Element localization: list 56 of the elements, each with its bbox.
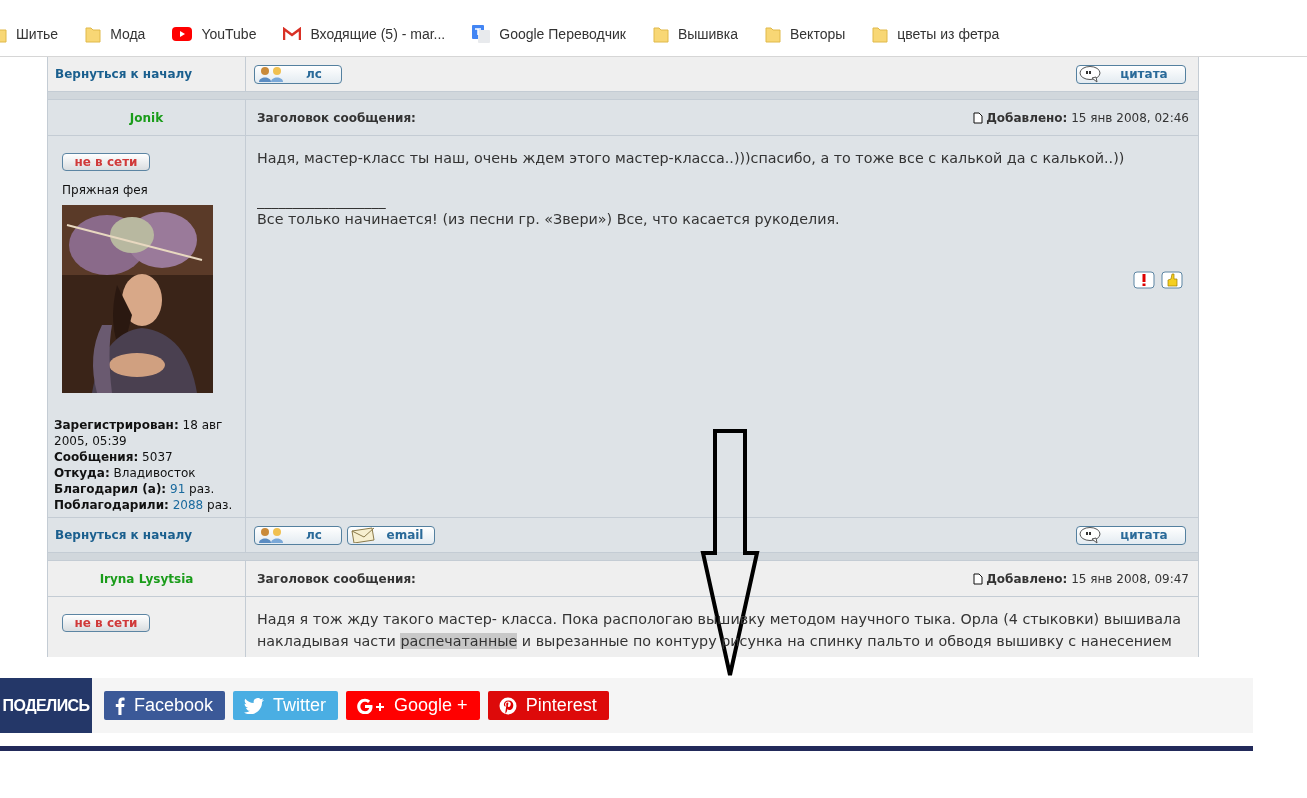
bookmark-link[interactable]: YouTube (201, 25, 257, 42)
message-button[interactable]: лс (254, 525, 342, 545)
bookmark-link[interactable]: Шитье (16, 25, 59, 42)
profile-line: Откуда: Владивосток (54, 465, 197, 481)
profile-line: Поблагодарили: 2088 раз. (54, 497, 234, 513)
pin-logo-icon (498, 696, 517, 715)
document-icon (973, 111, 984, 124)
bookmark-link[interactable]: Вышивка (677, 25, 738, 42)
author-name[interactable]: Iryna Lysytsia (48, 571, 245, 586)
message-text: Все только начинается! (из песни гр. «Звери») Все, что касается рукоделия. (257, 210, 841, 228)
speech-bubble-icon (1079, 526, 1103, 544)
post-date: Добавлено: 15 янв 2008, 09:47 (986, 571, 1189, 586)
speech-bubble-icon (1079, 65, 1103, 83)
thumbs-up-icon[interactable] (1161, 271, 1183, 289)
subject-label: Заголовок сообщения: (257, 110, 416, 125)
back-to-top-link[interactable]: Вернуться к началу (55, 67, 193, 81)
share-label: ПОДЕЛИСЬ (0, 678, 92, 733)
share-button[interactable]: Facebook (104, 691, 226, 720)
folder-icon (85, 24, 102, 43)
profile-line: Благодарил (а): 91 раз. (54, 481, 216, 497)
count-link[interactable]: 2088 (172, 498, 204, 512)
status-button[interactable]: не в сети (62, 153, 150, 171)
document-icon (973, 572, 984, 585)
bookmark-link[interactable]: цветы из фетра (897, 25, 1000, 42)
profile-line: Зарегистрирован: 18 авг 2005, 05:39 (54, 417, 224, 449)
signature-rule: __________________ (257, 193, 387, 210)
folder-icon (765, 24, 781, 43)
exclamation-icon[interactable] (1133, 271, 1155, 289)
play-icon (172, 26, 193, 41)
profile-line: Сообщения: 5037 (54, 449, 174, 465)
count-link[interactable]: 91 (170, 482, 186, 496)
user-rank: Пряжная фея (62, 182, 149, 198)
mail-icon (283, 26, 302, 41)
bookmark-link[interactable]: Google Переводчик (499, 25, 626, 42)
email-button[interactable]: email (347, 525, 435, 545)
envelope-icon (350, 527, 376, 543)
g-plus-icon (357, 697, 386, 714)
share-button[interactable]: Pinterest (487, 691, 609, 720)
bookmark-link[interactable]: Векторы (790, 25, 846, 42)
post-date: Добавлено: 15 янв 2008, 02:46 (986, 110, 1189, 125)
subject-label: Заголовок сообщения: (257, 571, 416, 586)
quote-button[interactable]: цитата (1076, 525, 1186, 545)
message-button[interactable]: лс (254, 64, 342, 84)
back-to-top-link[interactable]: Вернуться к началу (55, 528, 193, 542)
author-name[interactable]: Jonik (48, 110, 245, 125)
folder-icon (652, 24, 669, 43)
folder-icon (872, 24, 889, 43)
bird-icon (244, 697, 265, 714)
status-button[interactable]: не в сети (62, 614, 150, 632)
bookmark-link[interactable]: Мода (110, 25, 146, 42)
bookmark-link[interactable]: Входящие (5) - mar... (310, 25, 446, 42)
share-button[interactable]: Google + (346, 691, 480, 720)
f-logo-icon (115, 696, 125, 715)
message-text: Надя, мастер-класс ты наш, очень ждем этого мастер-класса..)))спасибо, а то тоже все с калькой да с калькой..)) (257, 149, 1126, 167)
quote-button[interactable]: цитата (1076, 64, 1186, 84)
translate-icon (472, 24, 491, 43)
